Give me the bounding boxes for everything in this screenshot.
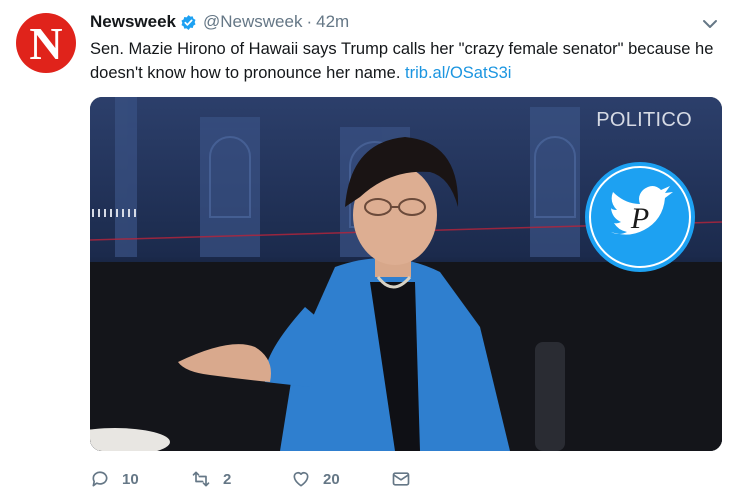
retweet-button[interactable]: 2: [191, 466, 231, 492]
tweet-body: Sen. Mazie Hirono of Hawaii says Trump c…: [90, 40, 714, 82]
author-name[interactable]: Newsweek: [90, 12, 176, 32]
verified-badge-icon: [181, 14, 196, 30]
author-handle[interactable]: @Newsweek: [203, 12, 302, 32]
reply-button[interactable]: 10: [90, 466, 139, 492]
svg-text:P: P: [630, 202, 649, 235]
tweet-text: Sen. Mazie Hirono of Hawaii says Trump c…: [90, 37, 730, 85]
twitter-bird-icon: P: [585, 162, 695, 272]
tweet-card[interactable]: N Newsweek @Newsweek · 42m Sen. Mazie Hi…: [0, 0, 739, 503]
chevron-down-icon[interactable]: [700, 14, 720, 34]
envelope-icon: [392, 472, 410, 486]
heart-icon: [293, 471, 309, 487]
retweet-icon: [192, 471, 210, 487]
tweet-actions: 10 2 20: [90, 466, 490, 492]
reply-icon: [92, 471, 108, 487]
video-watermark: POLITICO: [596, 109, 692, 131]
video-frame: [90, 97, 722, 451]
avatar-letter: N: [29, 18, 63, 69]
timestamp[interactable]: 42m: [316, 12, 349, 32]
tweet-header: Newsweek @Newsweek · 42m: [90, 12, 349, 32]
like-count: 20: [323, 470, 340, 488]
direct-message-button[interactable]: [391, 466, 423, 492]
bird-emblem: P: [591, 168, 689, 266]
retweet-count: 2: [223, 470, 232, 488]
reply-count: 10: [122, 470, 139, 488]
video-media[interactable]: POLITICO P: [90, 97, 722, 451]
tweet-link[interactable]: trib.al/OSatS3i: [405, 64, 511, 82]
separator-dot: ·: [306, 12, 313, 31]
avatar[interactable]: N: [16, 13, 76, 73]
like-button[interactable]: 20: [291, 466, 340, 492]
